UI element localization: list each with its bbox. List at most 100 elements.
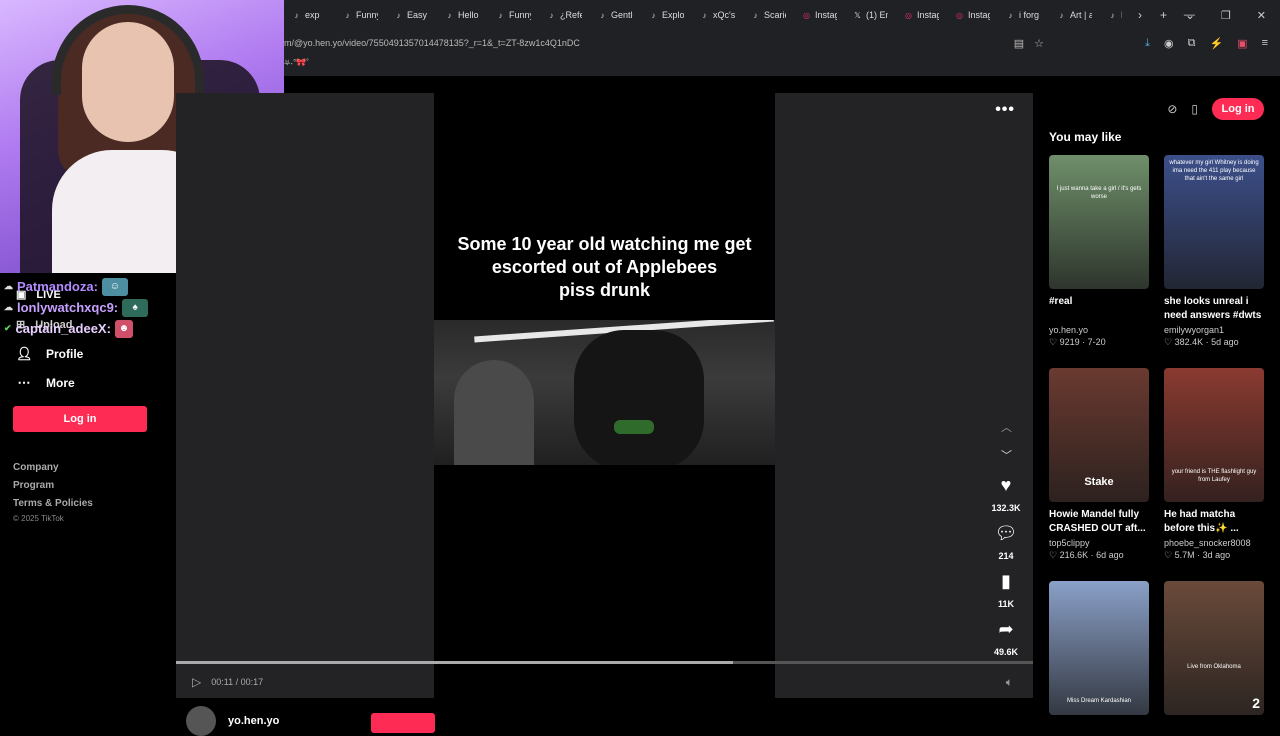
video-thumbnail[interactable]: Miss Dream Kardashian — [1049, 581, 1149, 715]
recommended-video-card[interactable]: I just wanna take a girl / it's gets wor… — [1049, 155, 1153, 348]
more-options-icon[interactable]: ••• — [995, 101, 1015, 119]
action-bar: ♥ 132.3K 💬︎ 214 ▮ 11K ➦ 49.6K — [988, 473, 1024, 665]
card-title[interactable]: He had matcha before this✨ ... — [1164, 508, 1268, 536]
footer-link-terms[interactable]: Terms & Policies — [13, 498, 93, 509]
video-progress-bar[interactable] — [176, 661, 1033, 664]
extensions-icon[interactable]: ⧉ — [1188, 37, 1196, 50]
glow-accent — [614, 420, 654, 434]
bookmark-item[interactable]: ⛧˖°🎀˚ — [284, 58, 309, 74]
video-thumbnail[interactable]: Live from Oklahoma 2 — [1164, 581, 1264, 715]
download-icon[interactable]: ⤓ — [1145, 37, 1150, 50]
minimize-icon[interactable]: — — [1184, 9, 1195, 21]
card-author[interactable]: yo.hen.yo — [1049, 325, 1153, 335]
restore-icon[interactable]: ❐ — [1221, 9, 1231, 22]
browser-tab[interactable]: ♪Funny — [488, 0, 539, 30]
browser-tab[interactable]: ◎Instag — [794, 0, 845, 30]
tiktok-icon: ♪ — [1059, 10, 1064, 20]
browser-tab[interactable]: ♪ exp — [284, 0, 335, 30]
footer-link-company[interactable]: Company — [13, 462, 59, 473]
next-video-icon[interactable]: ﹀ — [1001, 447, 1012, 463]
browser-tab[interactable]: ♪ Easy — [386, 0, 437, 30]
follow-button[interactable] — [371, 713, 435, 733]
bookmark-star-icon[interactable]: ☆ — [1034, 37, 1044, 50]
header-login-button[interactable]: Log in — [1212, 98, 1264, 120]
video-time: 00:11 / 00:17 — [211, 677, 264, 687]
browser-tab[interactable]: ♪ Hello — [437, 0, 488, 30]
caption-line: escorted out of Applebees — [491, 257, 718, 277]
share-icon: ➦ — [998, 619, 1014, 639]
browser-tab[interactable]: ♪Funny — [335, 0, 386, 30]
card-title[interactable]: #real — [1049, 295, 1153, 323]
card-author[interactable]: phoebe_snocker8008 — [1164, 538, 1268, 548]
video-figure — [574, 330, 704, 465]
like-button[interactable]: ♥ 132.3K — [991, 473, 1020, 513]
volume-icon[interactable]: 🔈︎ — [1006, 675, 1013, 690]
play-icon[interactable]: ▷ — [192, 675, 201, 689]
save-button[interactable]: ▮ 11K — [998, 569, 1014, 609]
video-thumbnail[interactable]: I just wanna take a girl / it's gets wor… — [1049, 155, 1149, 289]
close-icon[interactable]: ✕ — [1257, 9, 1266, 22]
compass-icon[interactable]: ⊘ — [1167, 102, 1177, 116]
card-stats: ♡ 216.6K · 6d ago — [1049, 550, 1124, 560]
card-title[interactable]: she looks unreal i need answers #dwts — [1164, 295, 1268, 323]
recommended-video-card[interactable]: your friend is THE flashlight guy from L… — [1164, 368, 1268, 561]
card-author[interactable]: top5clippy — [1049, 538, 1153, 548]
tab-scroll-right-icon[interactable]: › — [1138, 8, 1142, 22]
video-thumbnail[interactable]: your friend is THE flashlight guy from L… — [1164, 368, 1264, 502]
address-bar[interactable]: m/@yo.hen.yo/video/7550491357014478135?_… — [284, 33, 1054, 53]
recommendations-panel: ⊘ ▯ Log in You may like I just wanna tak… — [1033, 93, 1280, 720]
chat-message: ✔ captain_adeeX: ☻ — [4, 318, 180, 339]
card-author[interactable]: emilywyorgan1 — [1164, 325, 1268, 335]
bookmark-icon: ▮ — [1001, 571, 1011, 591]
instagram-icon: ◎ — [905, 10, 912, 20]
avatar[interactable] — [186, 706, 216, 736]
profile-icon[interactable]: ◉ — [1164, 37, 1174, 50]
browser-tab[interactable]: 𝕏(1) Em — [845, 0, 896, 30]
extension-icon[interactable]: ⚡ — [1209, 37, 1223, 50]
recommended-video-card[interactable]: whatever my girl Whitney is doing ima ne… — [1164, 155, 1268, 348]
browser-tab[interactable]: ♪ xQc's — [692, 0, 743, 30]
sidebar-item-profile[interactable]: 👤︎ Profile — [16, 346, 83, 362]
more-icon: ⋯ — [17, 375, 31, 390]
video-player[interactable]: Some 10 year old watching me get escorte… — [434, 93, 775, 698]
thumbnail-text: your friend is THE flashlight guy from L… — [1171, 469, 1257, 483]
comment-button[interactable]: 💬︎ 214 — [995, 521, 1018, 561]
browser-tab[interactable]: ♪ Art | a — [1049, 0, 1100, 30]
browser-tab[interactable]: ♪Gentle — [590, 0, 641, 30]
sidebar-item-label: Profile — [46, 347, 84, 361]
like-count: 132.3K — [991, 503, 1021, 513]
sidebar-login-button[interactable]: Log in — [13, 406, 147, 432]
new-tab-icon[interactable]: + — [1160, 8, 1167, 22]
comment-count: 214 — [998, 551, 1014, 561]
browser-tab[interactable]: ♪ Explo — [641, 0, 692, 30]
card-title[interactable]: Howie Mandel fully CRASHED OUT aft... — [1049, 508, 1153, 536]
playback-controls: ▷ 00:11 / 00:17 — [192, 675, 263, 689]
sidebar-item-more[interactable]: ⋯ More — [16, 375, 75, 391]
browser-tab[interactable]: ◎Instag — [896, 0, 947, 30]
browser-tab[interactable]: ♪ i forg — [998, 0, 1049, 30]
browser-tab[interactable]: ♪¿Refe — [539, 0, 590, 30]
share-button[interactable]: ➦ 49.6K — [994, 617, 1018, 657]
browser-tab[interactable]: ♪Scarie — [743, 0, 794, 30]
recommended-video-card[interactable]: Live from Oklahoma 2 — [1164, 581, 1268, 715]
thumbnail-text: whatever my girl Whitney is doing ima ne… — [1169, 160, 1259, 182]
author-name[interactable]: yo.hen.yo — [228, 715, 279, 727]
extension-bar: ⤓ ◉ ⧉ ⚡ ▣ ≡ — [1145, 33, 1268, 53]
extension-badge-icon[interactable]: ▣ — [1237, 37, 1247, 50]
chat-username: lonlywatchxqc9: — [17, 300, 119, 315]
previous-video-icon[interactable]: ︿ — [1001, 419, 1012, 435]
footer-link-program[interactable]: Program — [13, 480, 54, 491]
url-text: m/@yo.hen.yo/video/7550491357014478135?_… — [284, 38, 580, 48]
share-count: 49.6K — [993, 647, 1019, 657]
recommended-video-card[interactable]: Miss Dream Kardashian — [1049, 581, 1153, 715]
caption-line: piss drunk — [558, 280, 651, 300]
reader-icon[interactable]: ▤ — [1014, 37, 1024, 50]
recommended-video-card[interactable]: Stake Howie Mandel fully CRASHED OUT aft… — [1049, 368, 1153, 561]
menu-icon[interactable]: ≡ — [1262, 37, 1268, 49]
video-thumbnail[interactable]: whatever my girl Whitney is doing ima ne… — [1164, 155, 1264, 289]
video-thumbnail[interactable]: Stake — [1049, 368, 1149, 502]
device-icon[interactable]: ▯ — [1191, 102, 1198, 116]
author-row: yo.hen.yo — [186, 706, 279, 736]
browser-tab[interactable]: ♪Re — [1100, 0, 1130, 30]
browser-tab[interactable]: ◎Instag — [947, 0, 998, 30]
